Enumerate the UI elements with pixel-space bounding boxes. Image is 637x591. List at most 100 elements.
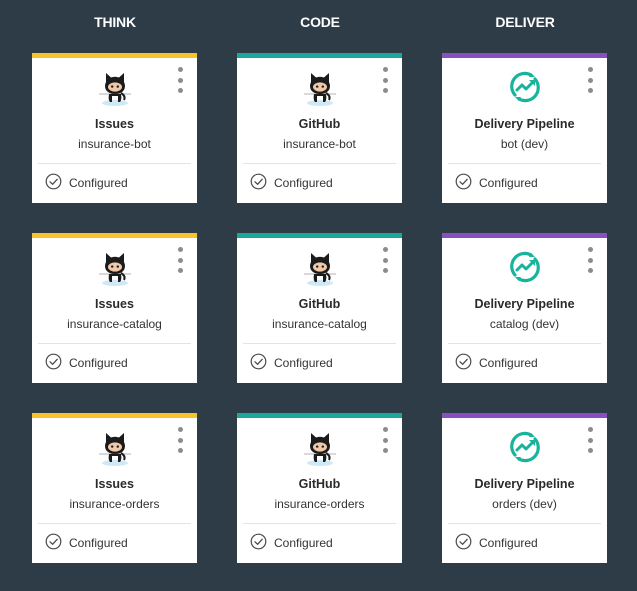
card-status: Configured	[455, 533, 538, 553]
card-divider	[38, 523, 191, 524]
card-category-stripe	[237, 413, 402, 418]
check-circle-icon	[45, 533, 69, 553]
card-category-stripe	[442, 413, 607, 418]
card-status: Configured	[250, 353, 333, 373]
card-icon	[237, 247, 402, 287]
check-circle-icon	[455, 353, 479, 373]
tool-card-github-catalog[interactable]: GitHub insurance-catalog Configured	[237, 233, 402, 383]
card-subtitle: insurance-bot	[283, 137, 356, 151]
status-label: Configured	[69, 356, 128, 370]
check-circle-icon	[45, 353, 69, 373]
column-header-think: THINK	[94, 14, 136, 30]
card-category-stripe	[442, 53, 607, 58]
card-category-stripe	[32, 233, 197, 238]
status-label: Configured	[479, 356, 538, 370]
card-title: Issues	[95, 117, 134, 131]
card-icon	[32, 247, 197, 287]
status-label: Configured	[479, 176, 538, 190]
status-label: Configured	[274, 356, 333, 370]
card-category-stripe	[442, 233, 607, 238]
delivery-pipeline-icon	[509, 431, 540, 463]
column-header-deliver: DELIVER	[495, 14, 555, 30]
tool-card-issues-catalog[interactable]: Issues insurance-catalog Configured	[32, 233, 197, 383]
card-title: Delivery Pipeline	[474, 477, 575, 491]
card-title: GitHub	[298, 477, 341, 491]
check-circle-icon	[45, 173, 69, 193]
check-circle-icon	[250, 173, 274, 193]
card-icon	[442, 247, 607, 287]
card-status: Configured	[45, 353, 128, 373]
status-label: Configured	[479, 536, 538, 550]
card-status: Configured	[45, 173, 128, 193]
card-title: Issues	[95, 297, 134, 311]
card-menu-button[interactable]	[584, 427, 596, 453]
github-octocat-icon	[303, 73, 336, 106]
card-status: Configured	[250, 173, 333, 193]
tool-card-github-orders[interactable]: GitHub insurance-orders Configured	[237, 413, 402, 563]
card-status: Configured	[455, 353, 538, 373]
card-menu-button[interactable]	[584, 67, 596, 93]
card-category-stripe	[237, 233, 402, 238]
card-menu-button[interactable]	[379, 427, 391, 453]
card-subtitle: insurance-catalog	[67, 317, 162, 331]
github-octocat-icon	[98, 73, 131, 106]
card-title: Delivery Pipeline	[474, 297, 575, 311]
card-icon	[32, 67, 197, 107]
card-icon	[442, 427, 607, 467]
card-divider	[243, 523, 396, 524]
card-menu-button[interactable]	[174, 247, 186, 273]
card-subtitle: insurance-orders	[69, 497, 160, 511]
status-label: Configured	[274, 536, 333, 550]
card-divider	[448, 163, 601, 164]
tool-card-github-bot[interactable]: GitHub insurance-bot Configured	[237, 53, 402, 203]
github-octocat-icon	[98, 253, 131, 286]
card-subtitle: orders (dev)	[492, 497, 557, 511]
card-category-stripe	[32, 413, 197, 418]
check-circle-icon	[250, 353, 274, 373]
card-subtitle: insurance-orders	[274, 497, 365, 511]
tool-card-issues-orders[interactable]: Issues insurance-orders Configured	[32, 413, 197, 563]
card-title: Issues	[95, 477, 134, 491]
card-icon	[32, 427, 197, 467]
card-divider	[448, 523, 601, 524]
card-subtitle: bot (dev)	[500, 137, 549, 151]
card-icon	[442, 67, 607, 107]
delivery-pipeline-icon	[509, 251, 540, 283]
card-menu-button[interactable]	[174, 67, 186, 93]
card-divider	[38, 343, 191, 344]
github-octocat-icon	[303, 253, 336, 286]
status-label: Configured	[69, 176, 128, 190]
card-title: GitHub	[298, 297, 341, 311]
tool-card-pipeline-catalog[interactable]: Delivery Pipeline catalog (dev) Configur…	[442, 233, 607, 383]
card-category-stripe	[237, 53, 402, 58]
tool-card-pipeline-bot[interactable]: Delivery Pipeline bot (dev) Configured	[442, 53, 607, 203]
card-divider	[243, 163, 396, 164]
card-subtitle: insurance-bot	[78, 137, 151, 151]
check-circle-icon	[455, 533, 479, 553]
card-subtitle: catalog (dev)	[489, 317, 560, 331]
github-octocat-icon	[98, 433, 131, 466]
card-menu-button[interactable]	[174, 427, 186, 453]
card-icon	[237, 67, 402, 107]
tool-card-pipeline-orders[interactable]: Delivery Pipeline orders (dev) Configure…	[442, 413, 607, 563]
card-divider	[38, 163, 191, 164]
github-octocat-icon	[303, 433, 336, 466]
card-menu-button[interactable]	[379, 247, 391, 273]
card-menu-button[interactable]	[379, 67, 391, 93]
card-status: Configured	[455, 173, 538, 193]
tool-card-issues-bot[interactable]: Issues insurance-bot Configured	[32, 53, 197, 203]
check-circle-icon	[250, 533, 274, 553]
status-label: Configured	[274, 176, 333, 190]
card-divider	[448, 343, 601, 344]
card-menu-button[interactable]	[584, 247, 596, 273]
status-label: Configured	[69, 536, 128, 550]
card-title: GitHub	[298, 117, 341, 131]
card-divider	[243, 343, 396, 344]
card-title: Delivery Pipeline	[474, 117, 575, 131]
card-icon	[237, 427, 402, 467]
card-category-stripe	[32, 53, 197, 58]
card-status: Configured	[250, 533, 333, 553]
card-status: Configured	[45, 533, 128, 553]
column-header-code: CODE	[300, 14, 340, 30]
check-circle-icon	[455, 173, 479, 193]
